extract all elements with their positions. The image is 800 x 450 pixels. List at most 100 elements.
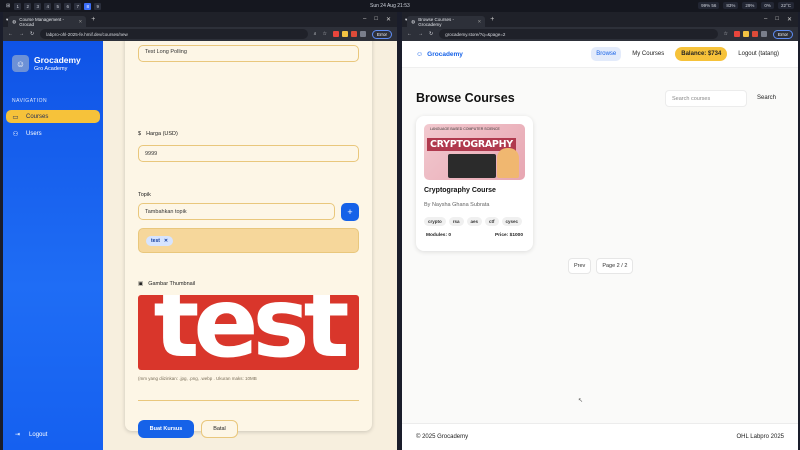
course-tag: ctf	[485, 217, 499, 226]
workspace-6[interactable]: 6	[64, 2, 72, 10]
course-tag: cysec	[501, 217, 523, 226]
course-tag: rsa	[448, 217, 464, 226]
extension-icon[interactable]	[743, 31, 749, 37]
url-field[interactable]: labpro-ohl-2025-fe.hmif.dev/courses/new	[40, 29, 308, 39]
remove-topic-icon[interactable]: ✕	[164, 238, 168, 244]
balance-badge: Balance: $734	[675, 47, 728, 61]
workspace-2[interactable]: 2	[24, 2, 32, 10]
url-text: labpro-ohl-2025-fe.hmif.dev/courses/new	[46, 31, 128, 37]
tray-item[interactable]: 22°C	[777, 2, 794, 9]
course-thumbnail: LANGUAGE BASED COMPUTER SCIENCE CRYPTOGR…	[424, 124, 525, 180]
logo-icon: ☺	[416, 50, 424, 58]
course-price: Price: $1000	[494, 233, 523, 238]
workspace-4[interactable]: 4	[44, 2, 52, 10]
address-bar-row: ← → ↻ labpro-ohl-2025-fe.hmif.dev/course…	[3, 27, 397, 41]
minimize-icon[interactable]: –	[764, 16, 767, 23]
zoom-icon[interactable]: ⌕	[314, 31, 317, 37]
pagination: Prev Page 2 / 2	[568, 258, 634, 274]
extension-icon[interactable]	[360, 31, 366, 37]
reload-icon[interactable]: ↻	[429, 31, 433, 37]
topic-chip-label: test	[151, 238, 160, 244]
store-brand-name: Grocademy	[427, 50, 463, 58]
page-indicator: Page 2 / 2	[596, 258, 634, 274]
mouse-cursor-icon: ↖	[578, 398, 584, 404]
main-content: Test Long Polling $ Harga (USD) 9999 Top…	[103, 41, 397, 450]
logout-button[interactable]: ⇥ Logout	[15, 431, 47, 439]
sidebar-item-courses[interactable]: ▭ Courses	[6, 110, 100, 123]
new-tab-button[interactable]: +	[91, 16, 95, 23]
reload-icon[interactable]: ↻	[30, 31, 34, 37]
search-button[interactable]: Search	[757, 95, 776, 101]
close-tab-icon[interactable]: ✕	[477, 19, 481, 25]
globe-icon: ◍	[12, 18, 17, 24]
topic-input[interactable]: Tambahkan topik	[138, 203, 335, 220]
description-field[interactable]: Test Long Polling	[138, 45, 359, 62]
maximize-icon[interactable]: □	[775, 16, 779, 23]
workspace-9[interactable]: 9	[94, 2, 102, 10]
course-author: By Naysha Ghana Subrata	[424, 202, 490, 208]
extension-icon[interactable]	[734, 31, 740, 37]
tray-item[interactable]: 99% 56	[698, 2, 720, 9]
nav-my-courses[interactable]: My Courses	[627, 47, 669, 61]
maximize-icon[interactable]: □	[374, 16, 378, 23]
extension-icon[interactable]	[351, 31, 357, 37]
browser-window-admin: ▾ ◍ Course Management - Grocad ✕ + – □ ✕…	[3, 12, 397, 450]
create-course-button[interactable]: Buat Kursus	[138, 420, 194, 438]
store-brand[interactable]: ☺ Grocademy	[416, 51, 463, 58]
logout-button[interactable]: Logout (tatang)	[733, 47, 784, 61]
course-title: Cryptography Course	[424, 187, 496, 194]
tray-item[interactable]: 0%	[761, 2, 774, 9]
thumbnail-label: ▣ Gambar Thumbnail	[138, 281, 195, 287]
sidebar: ☺ Grocademy Gro Academy NAVIGATION ▭ Cou…	[3, 41, 103, 450]
close-window-icon[interactable]: ✕	[386, 16, 391, 23]
logo-icon: ☺	[12, 55, 29, 72]
extension-icon[interactable]	[342, 31, 348, 37]
error-badge[interactable]: Error	[372, 29, 392, 39]
new-tab-button[interactable]: +	[490, 16, 494, 23]
thumbnail-preview[interactable]: test	[138, 295, 359, 370]
create-course-form: Test Long Polling $ Harga (USD) 9999 Top…	[125, 41, 372, 438]
minimize-icon[interactable]: –	[363, 16, 366, 23]
workspace-7[interactable]: 7	[74, 2, 82, 10]
bookmark-star-icon[interactable]: ☆	[724, 31, 728, 37]
forward-icon[interactable]: →	[418, 31, 423, 37]
image-icon: ▣	[138, 281, 144, 287]
url-text: grocademy.store/?q=&page=2	[445, 31, 506, 37]
tray-item[interactable]: 83%	[723, 2, 739, 9]
launcher-icon[interactable]: ⊞	[6, 3, 10, 9]
back-icon[interactable]: ←	[407, 31, 412, 37]
laptop-illustration	[448, 154, 496, 178]
bookmark-star-icon[interactable]: ☆	[323, 31, 327, 37]
extension-icon[interactable]	[761, 31, 767, 37]
workspace-5[interactable]: 5	[54, 2, 62, 10]
tab-course-management[interactable]: ◍ Course Management - Grocad ✕	[8, 16, 87, 27]
close-tab-icon[interactable]: ✕	[78, 19, 82, 25]
topic-label: Topik	[138, 192, 151, 198]
tab-title: Browse Courses - Grocademy	[418, 16, 454, 27]
workspace-8[interactable]: 8	[84, 2, 92, 10]
course-card[interactable]: LANGUAGE BASED COMPUTER SCIENCE CRYPTOGR…	[416, 116, 533, 251]
thumbnail-label-text: Gambar Thumbnail	[148, 281, 196, 287]
prev-page-button[interactable]: Prev	[568, 258, 592, 274]
sidebar-item-users[interactable]: ⚇ Users	[6, 127, 100, 140]
workspace-switcher: 1 2 3 4 5 6 7 8 9	[14, 2, 102, 10]
extension-icon[interactable]	[333, 31, 339, 37]
close-window-icon[interactable]: ✕	[787, 16, 792, 23]
url-field[interactable]: grocademy.store/?q=&page=2	[439, 29, 718, 39]
cancel-button[interactable]: Batal	[201, 420, 238, 438]
workspace-1[interactable]: 1	[14, 2, 22, 10]
error-badge[interactable]: Error	[773, 29, 793, 39]
search-input[interactable]: Search courses	[665, 90, 747, 107]
extension-icon[interactable]	[752, 31, 758, 37]
tab-browse-courses[interactable]: ◍ Browse Courses - Grocademy ✕	[407, 16, 486, 27]
price-input[interactable]: 9999	[138, 145, 359, 162]
tray-item[interactable]: 29%	[742, 2, 758, 9]
store-header: ☺ Grocademy Browse My Courses Balance: $…	[402, 41, 798, 68]
address-bar-row: ← → ↻ grocademy.store/?q=&page=2 ☆ Error	[402, 27, 798, 41]
add-topic-button[interactable]: +	[341, 203, 359, 221]
extensions	[333, 31, 366, 37]
back-icon[interactable]: ←	[8, 31, 13, 37]
workspace-3[interactable]: 3	[34, 2, 42, 10]
forward-icon[interactable]: →	[19, 31, 24, 37]
nav-browse[interactable]: Browse	[591, 47, 622, 61]
